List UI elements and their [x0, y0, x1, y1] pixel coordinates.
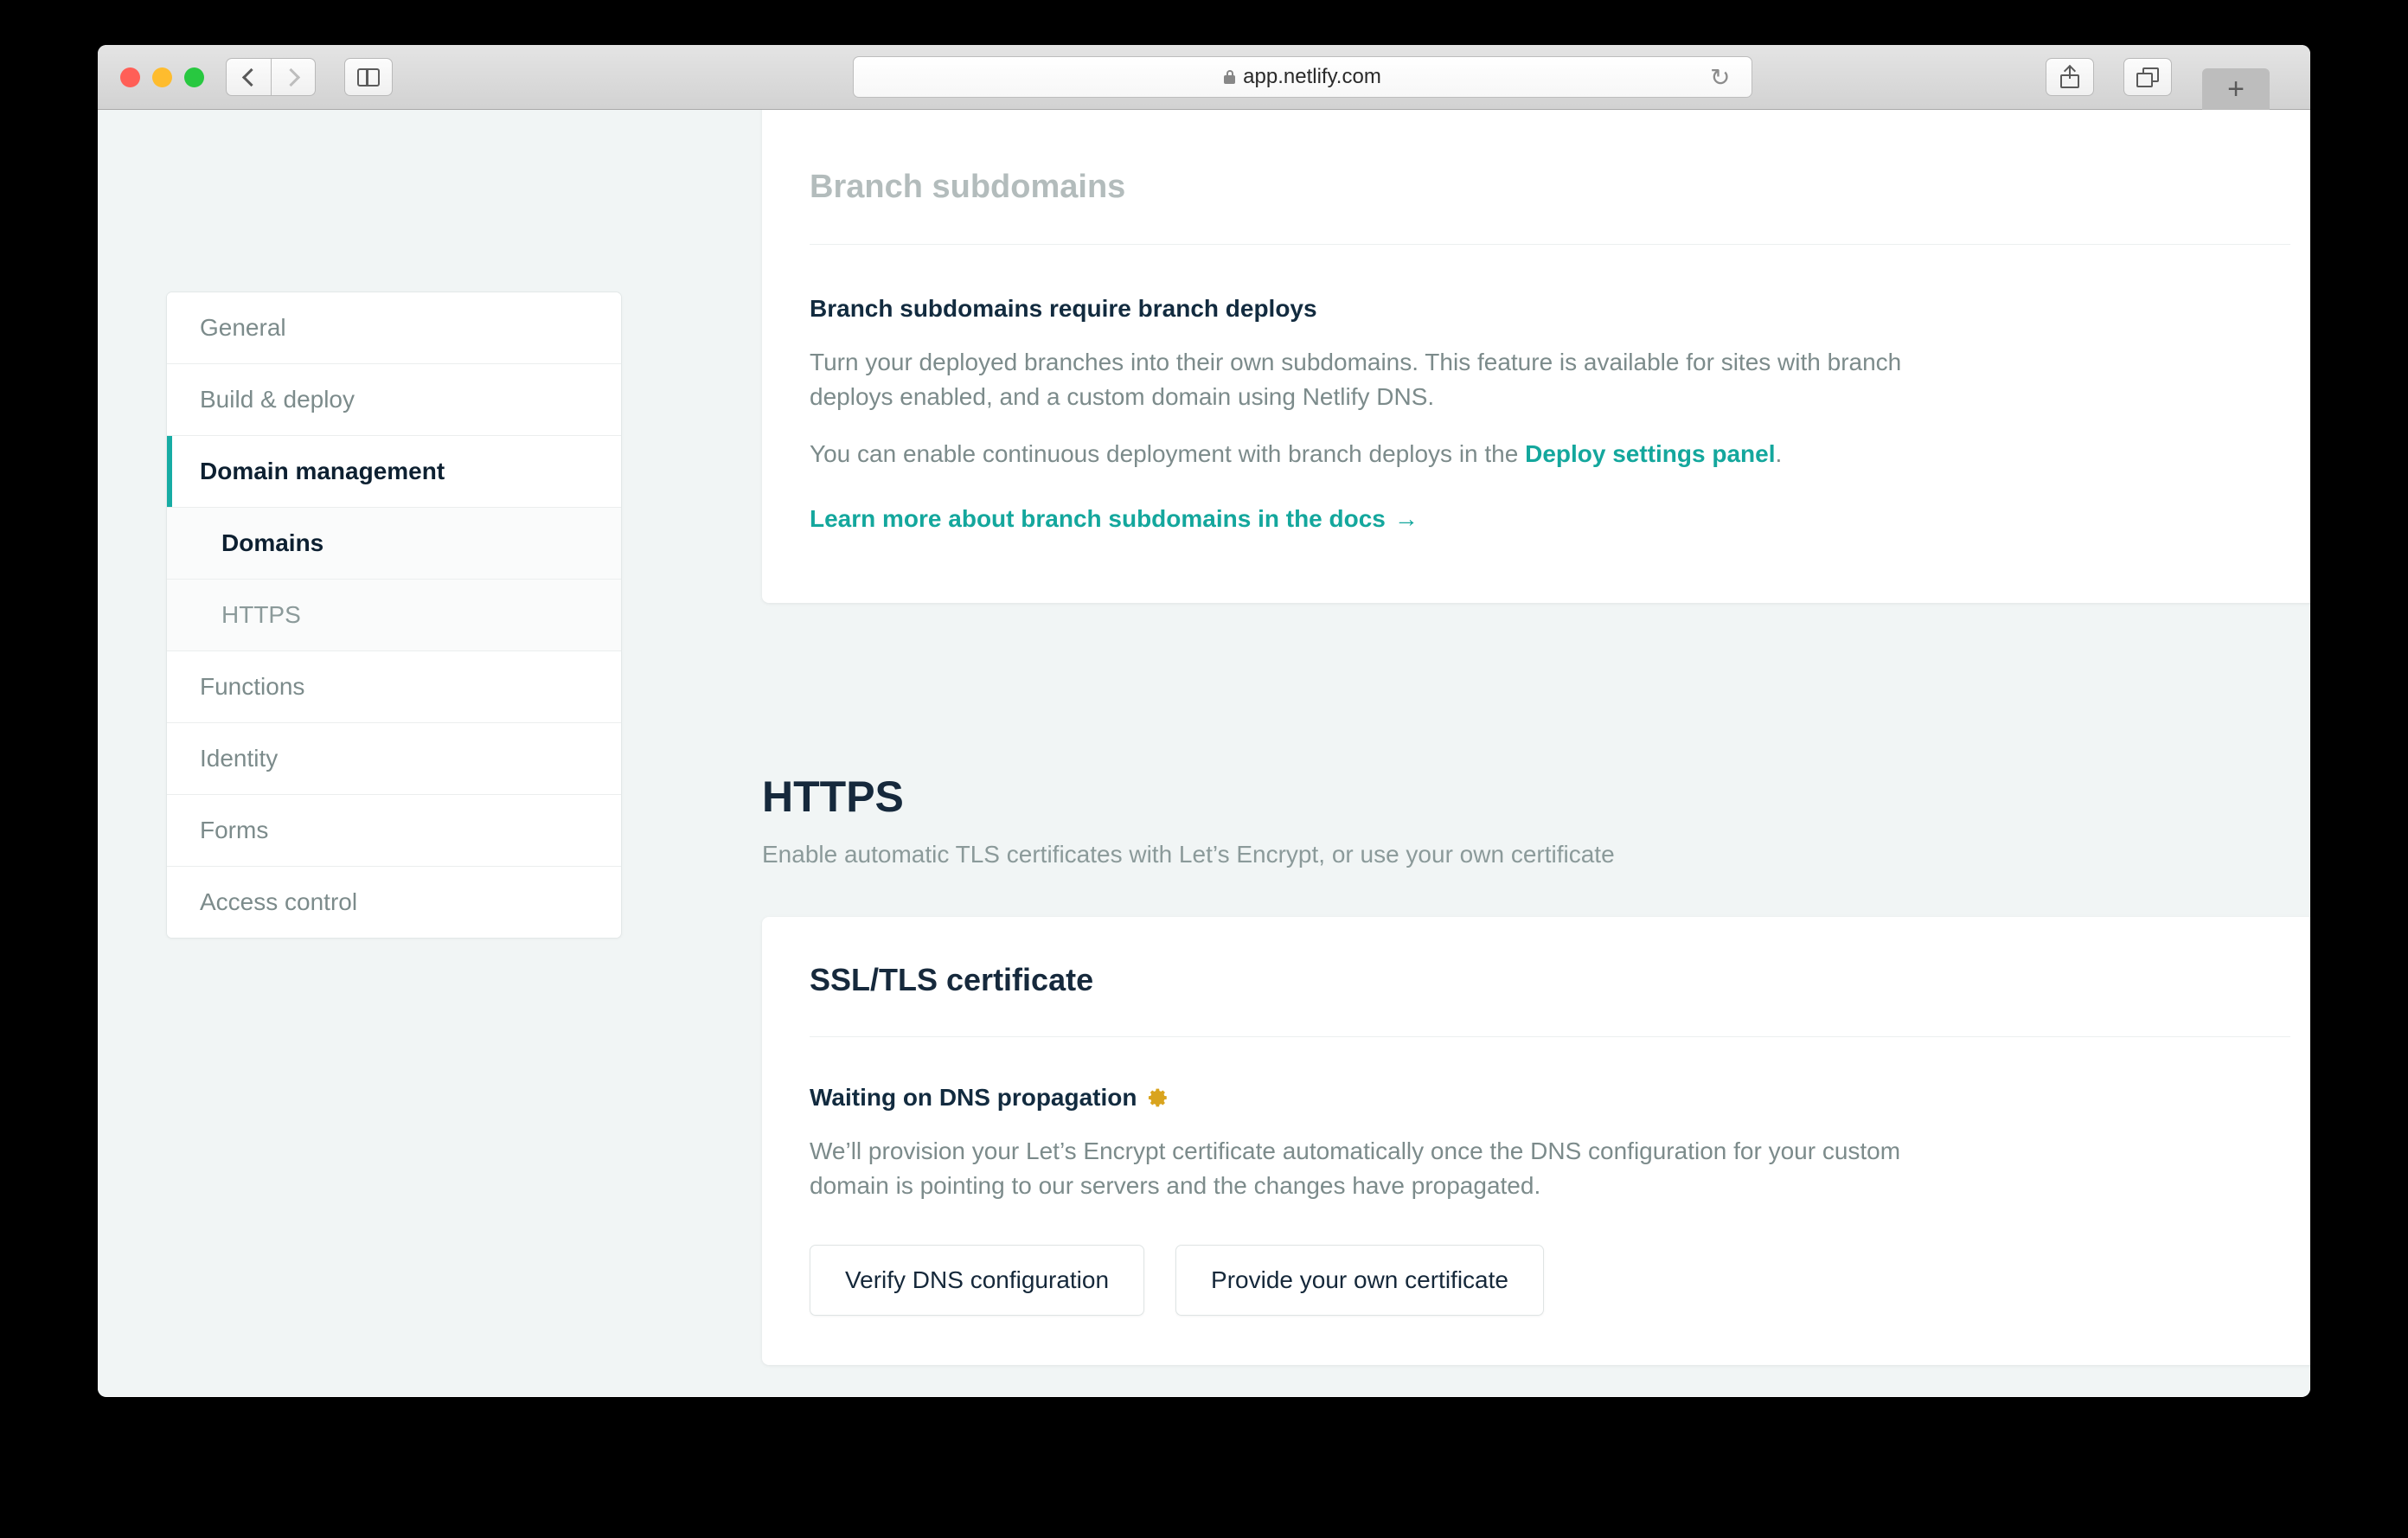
url-text: app.netlify.com: [1243, 65, 1381, 89]
minimize-window-button[interactable]: [152, 67, 172, 87]
sidebar-item-forms[interactable]: Forms: [167, 795, 621, 867]
sidebar-item-domain-management[interactable]: Domain management: [167, 436, 621, 508]
chevron-right-icon: [282, 67, 300, 86]
window-controls: [120, 67, 204, 87]
sidebar-item-general[interactable]: General: [167, 292, 621, 364]
settings-sidebar: General Build & deploy Domain management…: [166, 292, 622, 939]
browser-toolbar: app.netlify.com ↻ +: [98, 45, 2310, 110]
sidebar-item-functions[interactable]: Functions: [167, 651, 621, 723]
sidebar-subitem-label: Domains: [221, 529, 323, 556]
address-bar-content: app.netlify.com: [1224, 65, 1381, 89]
sidebar-subitem-https[interactable]: HTTPS: [167, 580, 621, 651]
branch-paragraph-2-prefix: You can enable continuous deployment wit…: [810, 440, 1525, 467]
sidebar-item-label: Identity: [200, 745, 278, 772]
sidebar-subitem-label: HTTPS: [221, 601, 301, 628]
browser-window: app.netlify.com ↻ + General: [98, 45, 2310, 1397]
address-bar[interactable]: app.netlify.com ↻: [853, 56, 1752, 98]
sidebar-item-label: Functions: [200, 673, 304, 700]
provide-your-own-certificate-button[interactable]: Provide your own certificate: [1175, 1245, 1544, 1316]
sidebar-item-build-deploy[interactable]: Build & deploy: [167, 364, 621, 436]
https-section-subtitle: Enable automatic TLS certificates with L…: [762, 841, 1615, 868]
verify-dns-configuration-button[interactable]: Verify DNS configuration: [810, 1245, 1144, 1316]
branch-subdomains-card: Branch subdomains Branch subdomains requ…: [762, 110, 2310, 603]
maximize-window-button[interactable]: [184, 67, 204, 87]
tab-overview-icon: [2136, 67, 2159, 87]
sidebar-item-label: General: [200, 314, 286, 341]
chevron-left-icon: [241, 67, 259, 86]
certificate-status-label: Waiting on DNS propagation: [810, 1084, 1137, 1112]
branch-paragraph-2-suffix: .: [1776, 440, 1783, 467]
close-window-button[interactable]: [120, 67, 140, 87]
sidebar-item-identity[interactable]: Identity: [167, 723, 621, 795]
lock-icon: [1224, 70, 1235, 84]
branch-subdomains-docs-link[interactable]: Learn more about branch subdomains in th…: [810, 471, 1419, 533]
branch-paragraph-2: You can enable continuous deployment wit…: [810, 414, 1951, 471]
tab-overview-button[interactable]: [2123, 58, 2172, 96]
share-icon: [2060, 66, 2079, 88]
sidebar-toggle-button[interactable]: [344, 58, 393, 96]
sidebar-subitem-domains[interactable]: Domains: [167, 508, 621, 580]
certificate-status: Waiting on DNS propagation: [810, 1037, 2290, 1112]
docs-link-label: Learn more about branch subdomains in th…: [810, 505, 1386, 532]
branch-subdomains-subtitle: Branch subdomains require branch deploys: [810, 245, 2290, 323]
ssl-certificate-title: SSL/TLS certificate: [810, 917, 2290, 998]
certificate-description: We’ll provision your Let’s Encrypt certi…: [810, 1112, 1951, 1203]
sidebar-item-access-control[interactable]: Access control: [167, 867, 621, 938]
branch-paragraph-1: Turn your deployed branches into their o…: [810, 323, 1951, 414]
gear-icon: [1147, 1086, 1169, 1109]
certificate-actions: Verify DNS configuration Provide your ow…: [810, 1203, 2290, 1316]
ssl-tls-certificate-card: SSL/TLS certificate Waiting on DNS propa…: [762, 917, 2310, 1365]
reload-button[interactable]: ↻: [1710, 66, 1734, 90]
sidebar-item-label: Forms: [200, 817, 268, 843]
arrow-right-icon: →: [1394, 505, 1419, 532]
branch-subdomains-title: Branch subdomains: [810, 110, 2290, 206]
forward-button[interactable]: [271, 58, 316, 96]
sidebar-toggle-icon: [357, 68, 380, 87]
reload-icon: ↻: [1710, 64, 1730, 91]
back-button[interactable]: [226, 58, 271, 96]
share-button[interactable]: [2046, 58, 2094, 96]
deploy-settings-panel-link[interactable]: Deploy settings panel: [1525, 440, 1775, 467]
sidebar-item-label: Access control: [200, 888, 357, 915]
new-tab-button[interactable]: +: [2202, 68, 2270, 110]
sidebar-item-label: Build & deploy: [200, 386, 355, 413]
page-viewport: General Build & deploy Domain management…: [98, 110, 2310, 1396]
plus-icon: +: [2227, 73, 2245, 106]
https-section-heading: HTTPS: [762, 772, 904, 822]
sidebar-item-label: Domain management: [200, 458, 445, 484]
